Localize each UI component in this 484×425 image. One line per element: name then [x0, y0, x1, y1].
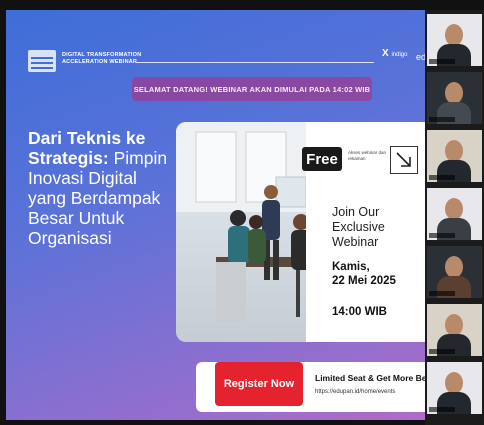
join-webinar-text: Join Our Exclusive Webinar [332, 205, 385, 249]
logo-stripe [31, 62, 53, 64]
participant-tile[interactable] [427, 246, 482, 298]
partner-mark-sub: indigo [391, 52, 408, 58]
logo-stripe [31, 57, 53, 59]
participant-avatar [445, 24, 463, 46]
shared-screen-slide: DIGITAL TRANSFORMATION ACCELERATION WEBI… [6, 10, 430, 420]
event-url[interactable]: https://edupan.id/home/events [315, 389, 395, 395]
participant-name-tag [429, 117, 455, 122]
brand-title: DIGITAL TRANSFORMATION ACCELERATION WEBI… [62, 52, 141, 66]
register-now-button[interactable]: Register Now [215, 362, 303, 406]
partner-mark: X [382, 48, 389, 59]
partner-logo-mark: X indigo [382, 48, 407, 59]
participant-tile[interactable] [427, 72, 482, 124]
participant-name-tag [429, 175, 455, 180]
free-note: Akses webinar dan rekaman [348, 150, 387, 161]
event-day: Kamis, [332, 261, 370, 273]
participant-avatar [445, 256, 463, 278]
header-divider [136, 62, 374, 63]
participant-avatar [445, 82, 463, 104]
participant-tile[interactable] [427, 188, 482, 240]
participant-name-tag [429, 349, 455, 354]
participant-tile[interactable] [427, 304, 482, 356]
participant-name-tag [429, 291, 455, 296]
participant-name-tag [429, 59, 455, 64]
event-date-value: 22 Mei 2025 [332, 275, 396, 287]
free-badge: Free [302, 147, 342, 171]
participant-avatar [445, 140, 463, 162]
meeting-window: DIGITAL TRANSFORMATION ACCELERATION WEBI… [0, 0, 484, 425]
logo-stripe [31, 67, 53, 69]
participant-tile[interactable] [427, 130, 482, 182]
participant-name-tag [429, 407, 455, 412]
limited-seat-text: Limited Seat & Get More Benefits [315, 373, 430, 383]
event-date: Kamis, 22 Mei 2025 [332, 260, 396, 288]
participant-tile[interactable] [427, 362, 482, 414]
participant-avatar [445, 314, 463, 336]
welcome-banner: SELAMAT DATANG! WEBINAR AKAN DIMULAI PAD… [132, 77, 372, 101]
participant-gallery [425, 10, 484, 425]
participant-tile[interactable] [427, 14, 482, 66]
slide-headline: Dari Teknis ke Strategis: Pimpin Inovasi… [28, 128, 178, 248]
brand-line-1: DIGITAL TRANSFORMATION [62, 52, 142, 58]
participant-avatar [445, 372, 463, 394]
brand-line-2: ACCELERATION WEBINAR [62, 59, 138, 65]
participant-name-tag [429, 233, 455, 238]
event-time: 14:00 WIB [332, 306, 387, 318]
participant-avatar [445, 198, 463, 220]
arrow-down-right-icon [390, 146, 418, 174]
